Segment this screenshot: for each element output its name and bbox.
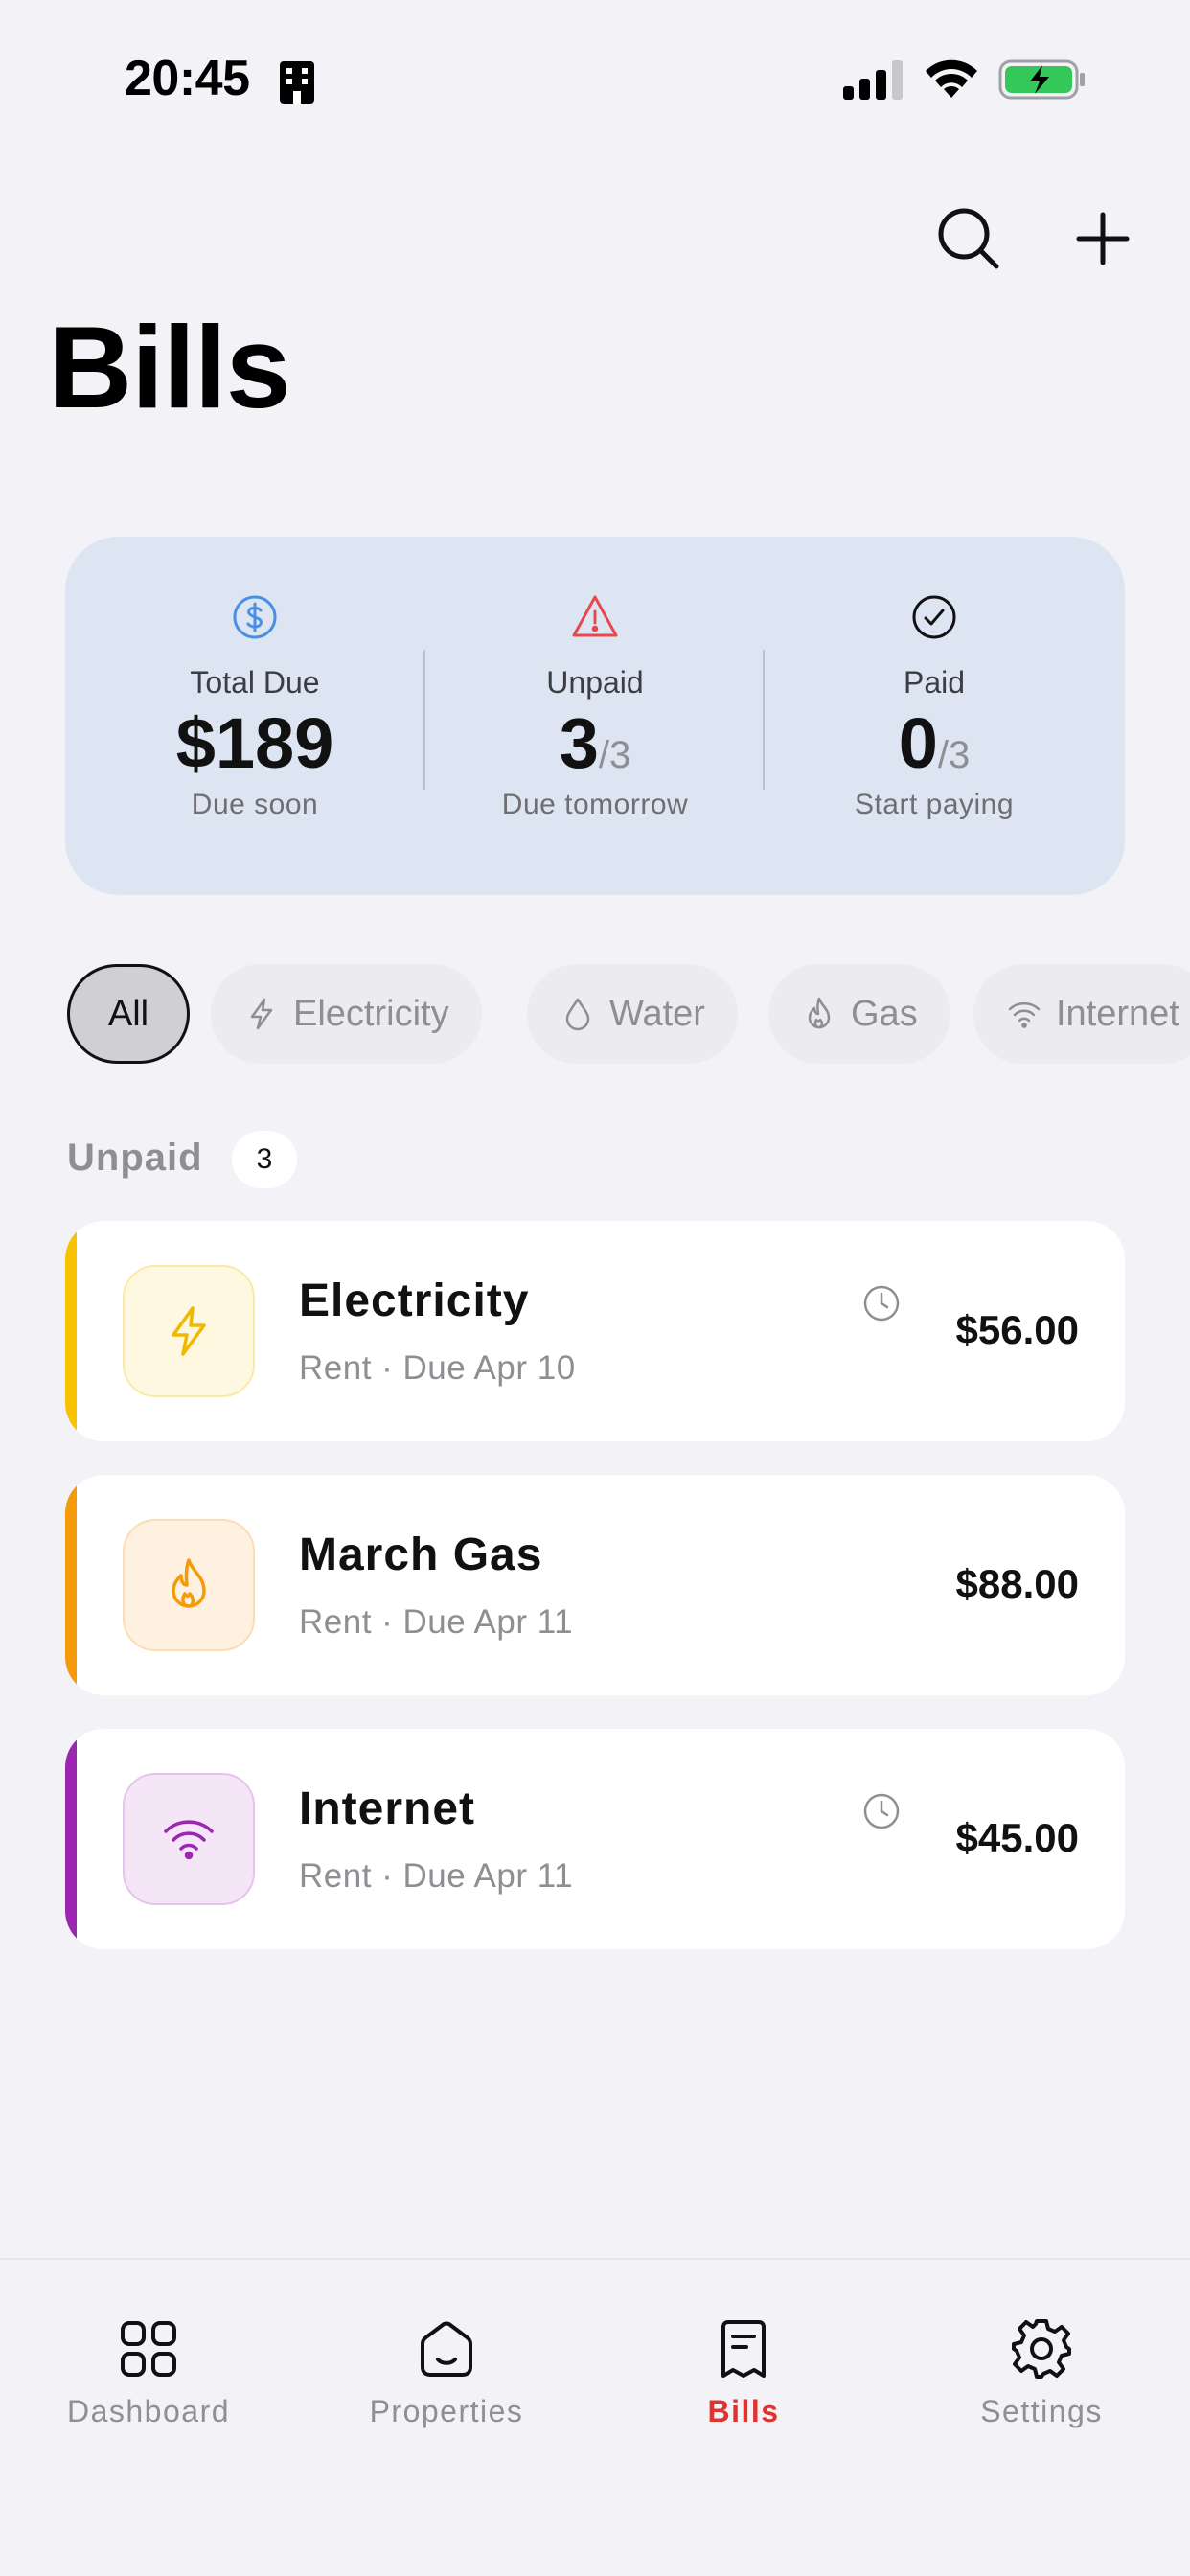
bill-accent-bar [65,1729,77,1949]
filter-chip-label: Electricity [293,993,449,1034]
paid-label: Paid [903,665,966,700]
tab-properties[interactable]: Properties [303,2317,590,2429]
bill-subtitle: Rent · Due Apr 11 [299,1857,574,1895]
wifi-icon [1008,1001,1041,1028]
clock-icon [863,1285,900,1322]
filter-chip-internet[interactable]: Internet [973,964,1190,1064]
bill-icon-box [123,1773,255,1905]
total-due-value: $189 [175,703,334,783]
flame-icon [808,997,831,1029]
tab-bills[interactable]: Bills [600,2317,887,2429]
summary-card: Total Due $189 Due soon Unpaid 3/3 Due t… [65,537,1125,895]
battery-icon [998,59,1085,100]
warning-icon [572,595,618,637]
filter-chip-all[interactable]: All [67,964,190,1064]
bill-subtitle: Rent · Due Apr 11 [299,1603,574,1641]
bill-amount: $88.00 [955,1561,1079,1606]
filter-chip-label: Internet [1056,993,1179,1034]
paid-stat: Paid 0/3 Start paying [771,592,1097,821]
bill-card-internet[interactable]: Internet Rent · Due Apr 11 $45.00 [65,1729,1125,1949]
tab-label: Dashboard [66,2394,231,2428]
tab-bar: Dashboard Properties Bills Settings [0,2258,1190,2576]
bill-accent-bar [65,1221,77,1441]
bill-name: Electricity [299,1276,530,1326]
home-icon [421,2321,472,2377]
bill-icon-box [123,1519,255,1651]
bill-subtitle: Rent · Due Apr 10 [299,1349,576,1387]
filter-chip-water[interactable]: Water [527,964,738,1064]
filter-chip-gas[interactable]: Gas [768,964,950,1064]
add-bill-button[interactable] [1071,207,1134,270]
filter-chip-electricity[interactable]: Electricity [211,964,482,1064]
flame-icon [172,1558,206,1608]
signal-icon [843,60,903,100]
bolt-icon [250,998,273,1030]
paid-value: 0/3 [898,703,971,783]
bill-card-march-gas[interactable]: March Gas Rent · Due Apr 11 $88.00 [65,1475,1125,1695]
grid-icon [121,2321,176,2377]
receipt-icon [721,2320,766,2378]
tab-label: Properties [369,2394,524,2428]
bill-name: Internet [299,1783,476,1834]
bolt-icon [172,1306,206,1356]
section-count-badge: 3 [232,1131,297,1188]
wifi-status-icon [926,59,977,98]
total-due-label: Total Due [190,665,320,700]
tab-label: Bills [707,2394,780,2428]
drop-icon [565,998,590,1031]
unpaid-caption: Due tomorrow [501,788,689,820]
tab-dashboard[interactable]: Dashboard [5,2317,292,2429]
paid-caption: Start paying [854,788,1015,820]
bill-accent-bar [65,1475,77,1695]
tab-label: Settings [980,2394,1103,2428]
bill-amount: $45.00 [955,1815,1079,1860]
tab-settings[interactable]: Settings [898,2317,1185,2429]
unpaid-label: Unpaid [546,665,644,700]
check-circle-icon [912,595,956,639]
bill-icon-box [123,1265,255,1397]
bill-amount: $56.00 [955,1307,1079,1352]
dollar-icon [233,595,277,639]
clock-icon [863,1793,900,1829]
search-button[interactable] [935,205,1002,272]
wifi-icon [164,1820,214,1860]
filter-chip-label: All [107,993,149,1034]
filter-chip-label: Water [609,993,705,1034]
page-title: Bills [48,302,291,432]
unpaid-stat: Unpaid 3/3 Due tomorrow [432,592,758,821]
total-due-caption: Due soon [191,788,319,820]
building-icon [280,61,314,104]
bill-name: March Gas [299,1530,543,1580]
bill-card-electricity[interactable]: Electricity Rent · Due Apr 10 $56.00 [65,1221,1125,1441]
unpaid-value: 3/3 [559,703,631,783]
status-time: 20:45 [125,51,250,106]
stat-divider [423,650,425,790]
total-due-stat: Total Due $189 Due soon [92,592,418,821]
filter-chip-label: Gas [851,993,918,1034]
gear-icon [1012,2319,1071,2379]
section-label: Unpaid [67,1137,203,1179]
stat-divider [763,650,765,790]
